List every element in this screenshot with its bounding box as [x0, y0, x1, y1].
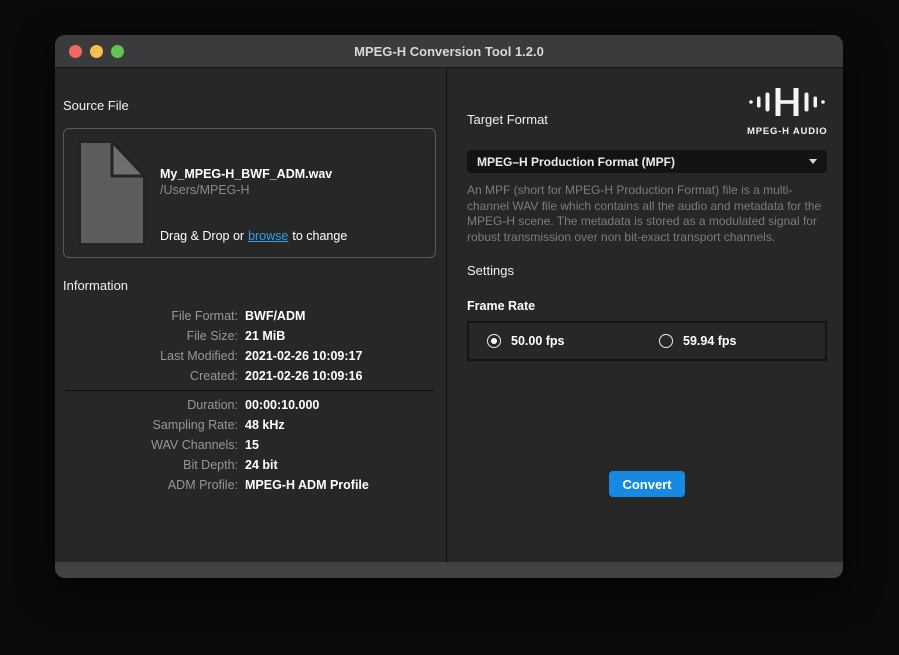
browse-link[interactable]: browse: [248, 228, 288, 244]
radio-button-icon[interactable]: [487, 334, 501, 348]
target-format-dropdown[interactable]: MPEG–H Production Format (MPF): [467, 150, 827, 173]
window-title: MPEG-H Conversion Tool 1.2.0: [55, 44, 843, 59]
information-table: File Format: BWF/ADM File Size: 21 MiB L…: [63, 306, 436, 495]
info-value: 21 MiB: [245, 326, 285, 346]
info-label: Bit Depth:: [63, 455, 245, 475]
information-header: Information: [63, 277, 436, 295]
convert-row: Convert: [467, 471, 827, 497]
table-row: Bit Depth: 24 bit: [63, 455, 436, 475]
format-description: An MPF (short for MPEG-H Production Form…: [467, 183, 827, 245]
info-label: Sampling Rate:: [63, 415, 245, 435]
mpeg-h-audio-logo: MPEG-H AUDIO: [747, 88, 827, 137]
info-value: 15: [245, 435, 259, 455]
table-row: File Format: BWF/ADM: [63, 306, 436, 326]
file-name: My_MPEG-H_BWF_ADM.wav: [160, 166, 347, 182]
minimize-button[interactable]: [90, 45, 103, 58]
info-label: ADM Profile:: [63, 475, 245, 495]
frame-rate-option-50[interactable]: 50.00 fps: [487, 334, 659, 348]
info-label: WAV Channels:: [63, 435, 245, 455]
radio-button-icon[interactable]: [659, 334, 673, 348]
file-info-block: My_MPEG-H_BWF_ADM.wav /Users/MPEG-H Drag…: [160, 140, 347, 246]
info-label: File Size:: [63, 326, 245, 346]
info-label: Last Modified:: [63, 346, 245, 366]
frame-rate-option-59[interactable]: 59.94 fps: [659, 334, 737, 348]
info-label: Duration:: [63, 395, 245, 415]
radio-label: 59.94 fps: [683, 334, 737, 348]
traffic-lights: [69, 45, 124, 58]
settings-header: Settings: [467, 262, 827, 280]
info-value: 24 bit: [245, 455, 278, 475]
info-value: BWF/ADM: [245, 306, 305, 326]
conversion-panel: MPEG-H AUDIO Target Format MPEG–H Produc…: [447, 69, 843, 562]
info-label: Created:: [63, 366, 245, 386]
app-window: MPEG-H Conversion Tool 1.2.0 Source File…: [55, 35, 843, 578]
chevron-down-icon: [809, 159, 817, 164]
drag-drop-hint: Drag & Drop or browse to change: [160, 228, 347, 244]
info-value: MPEG-H ADM Profile: [245, 475, 369, 495]
main-content: Source File My_MPEG-H_BWF_ADM.wav /Users…: [55, 69, 843, 562]
table-row: Last Modified: 2021-02-26 10:09:17: [63, 346, 436, 366]
source-file-header: Source File: [63, 97, 436, 115]
frame-rate-label: Frame Rate: [467, 298, 827, 314]
source-panel: Source File My_MPEG-H_BWF_ADM.wav /Users…: [55, 69, 447, 562]
convert-button[interactable]: Convert: [609, 471, 684, 497]
table-row: Duration: 00:00:10.000: [63, 395, 436, 415]
mpeg-h-audio-logo-text: MPEG-H AUDIO: [747, 126, 827, 137]
title-bar: MPEG-H Conversion Tool 1.2.0: [55, 35, 843, 68]
zoom-button[interactable]: [111, 45, 124, 58]
mpeg-h-audio-logo-icon: [749, 88, 825, 116]
drag-drop-suffix: to change: [292, 228, 347, 244]
table-row: File Size: 21 MiB: [63, 326, 436, 346]
file-drop-zone[interactable]: My_MPEG-H_BWF_ADM.wav /Users/MPEG-H Drag…: [63, 128, 436, 258]
target-format-selected: MPEG–H Production Format (MPF): [477, 155, 675, 169]
table-row: Created: 2021-02-26 10:09:16: [63, 366, 436, 386]
info-value: 00:00:10.000: [245, 395, 319, 415]
table-row: WAV Channels: 15: [63, 435, 436, 455]
info-value: 2021-02-26 10:09:17: [245, 346, 362, 366]
table-row: ADM Profile: MPEG-H ADM Profile: [63, 475, 436, 495]
table-row: Sampling Rate: 48 kHz: [63, 415, 436, 435]
info-value: 2021-02-26 10:09:16: [245, 366, 362, 386]
close-button[interactable]: [69, 45, 82, 58]
info-value: 48 kHz: [245, 415, 285, 435]
info-section-divider: [65, 390, 434, 391]
file-path: /Users/MPEG-H: [160, 182, 347, 198]
radio-label: 50.00 fps: [511, 334, 565, 348]
frame-rate-group: 50.00 fps 59.94 fps: [467, 321, 827, 361]
file-icon: [78, 140, 146, 246]
drag-drop-prefix: Drag & Drop or: [160, 228, 244, 244]
info-label: File Format:: [63, 306, 245, 326]
window-bottom-bar: [55, 562, 843, 578]
